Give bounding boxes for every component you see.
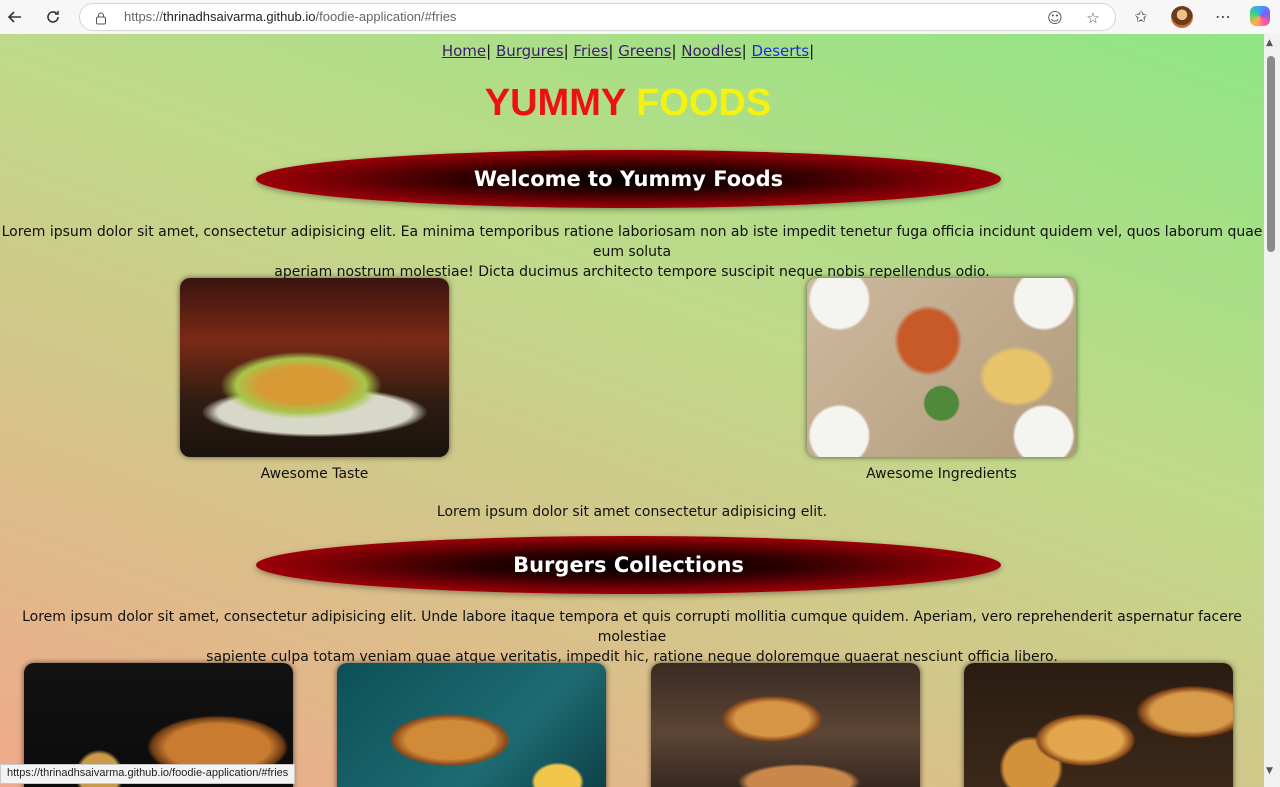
- nav-separator: |: [809, 42, 815, 60]
- feature-caption: Awesome Taste: [260, 466, 369, 482]
- burger-photo: [337, 663, 606, 787]
- favorites-icon[interactable]: ✩: [1129, 5, 1153, 29]
- noodles-photo: [180, 278, 449, 457]
- burgers-text-line: Lorem ipsum dolor sit amet, consectetur …: [22, 609, 1242, 645]
- scrollbar-thumb[interactable]: [1267, 56, 1275, 252]
- browser-toolbar: https://thrinadhsaivarma.github.io/foodi…: [0, 0, 1280, 34]
- nav-burgures-link[interactable]: Burgures: [496, 42, 564, 60]
- burger-photo: [964, 663, 1233, 787]
- nav-separator: |: [608, 42, 614, 60]
- more-menu-icon[interactable]: ⋯: [1211, 5, 1235, 29]
- brand-word-foods: FOODS: [636, 82, 772, 124]
- feature-caption: Awesome Ingredients: [866, 466, 1017, 482]
- burger-photo: [651, 663, 920, 787]
- page-viewport: Home| Burgures| Fries| Greens| Noodles| …: [0, 34, 1264, 787]
- welcome-heading: Welcome to Yummy Foods: [256, 150, 1001, 208]
- nav-greens-link[interactable]: Greens: [618, 42, 671, 60]
- nav-separator: |: [486, 42, 492, 60]
- brand-title: YUMMY FOODS: [0, 82, 1256, 125]
- nav-noodles-link[interactable]: Noodles: [681, 42, 741, 60]
- brand-word-yummy: YUMMY: [484, 82, 626, 124]
- back-arrow-icon[interactable]: [2, 4, 28, 30]
- scroll-up-arrow-icon[interactable]: ▲: [1266, 38, 1273, 48]
- features-note: Lorem ipsum dolor sit amet consectetur a…: [436, 504, 828, 520]
- welcome-text-line: Lorem ipsum dolor sit amet, consectetur …: [1, 224, 1263, 260]
- nav-separator: |: [671, 42, 677, 60]
- nav-home-link[interactable]: Home: [442, 42, 486, 60]
- nav-separator: |: [563, 42, 569, 60]
- url-text: https://thrinadhsaivarma.github.io/foodi…: [124, 9, 457, 24]
- burgers-paragraph: Lorem ipsum dolor sit amet, consectetur …: [0, 607, 1264, 667]
- ingredients-photo: [807, 278, 1076, 457]
- site-info-icon[interactable]: [94, 10, 108, 25]
- reload-icon[interactable]: [40, 4, 66, 30]
- reading-mode-icon[interactable]: ☺: [1046, 9, 1064, 27]
- address-bar[interactable]: https://thrinadhsaivarma.github.io/foodi…: [79, 3, 1116, 31]
- burgers-heading: Burgers Collections: [256, 536, 1001, 594]
- copilot-icon[interactable]: [1250, 6, 1270, 26]
- nav-separator: |: [741, 42, 747, 60]
- nav-fries-link[interactable]: Fries: [573, 42, 608, 60]
- nav-deserts-link[interactable]: Deserts: [751, 42, 809, 60]
- top-navigation: Home| Burgures| Fries| Greens| Noodles| …: [0, 42, 1256, 60]
- profile-avatar[interactable]: [1171, 6, 1193, 28]
- favorite-star-icon[interactable]: ☆: [1084, 9, 1102, 27]
- welcome-paragraph: Lorem ipsum dolor sit amet, consectetur …: [0, 222, 1264, 282]
- scroll-down-arrow-icon[interactable]: ▼: [1266, 766, 1273, 776]
- status-link-preview: https://thrinadhsaivarma.github.io/foodi…: [0, 764, 296, 784]
